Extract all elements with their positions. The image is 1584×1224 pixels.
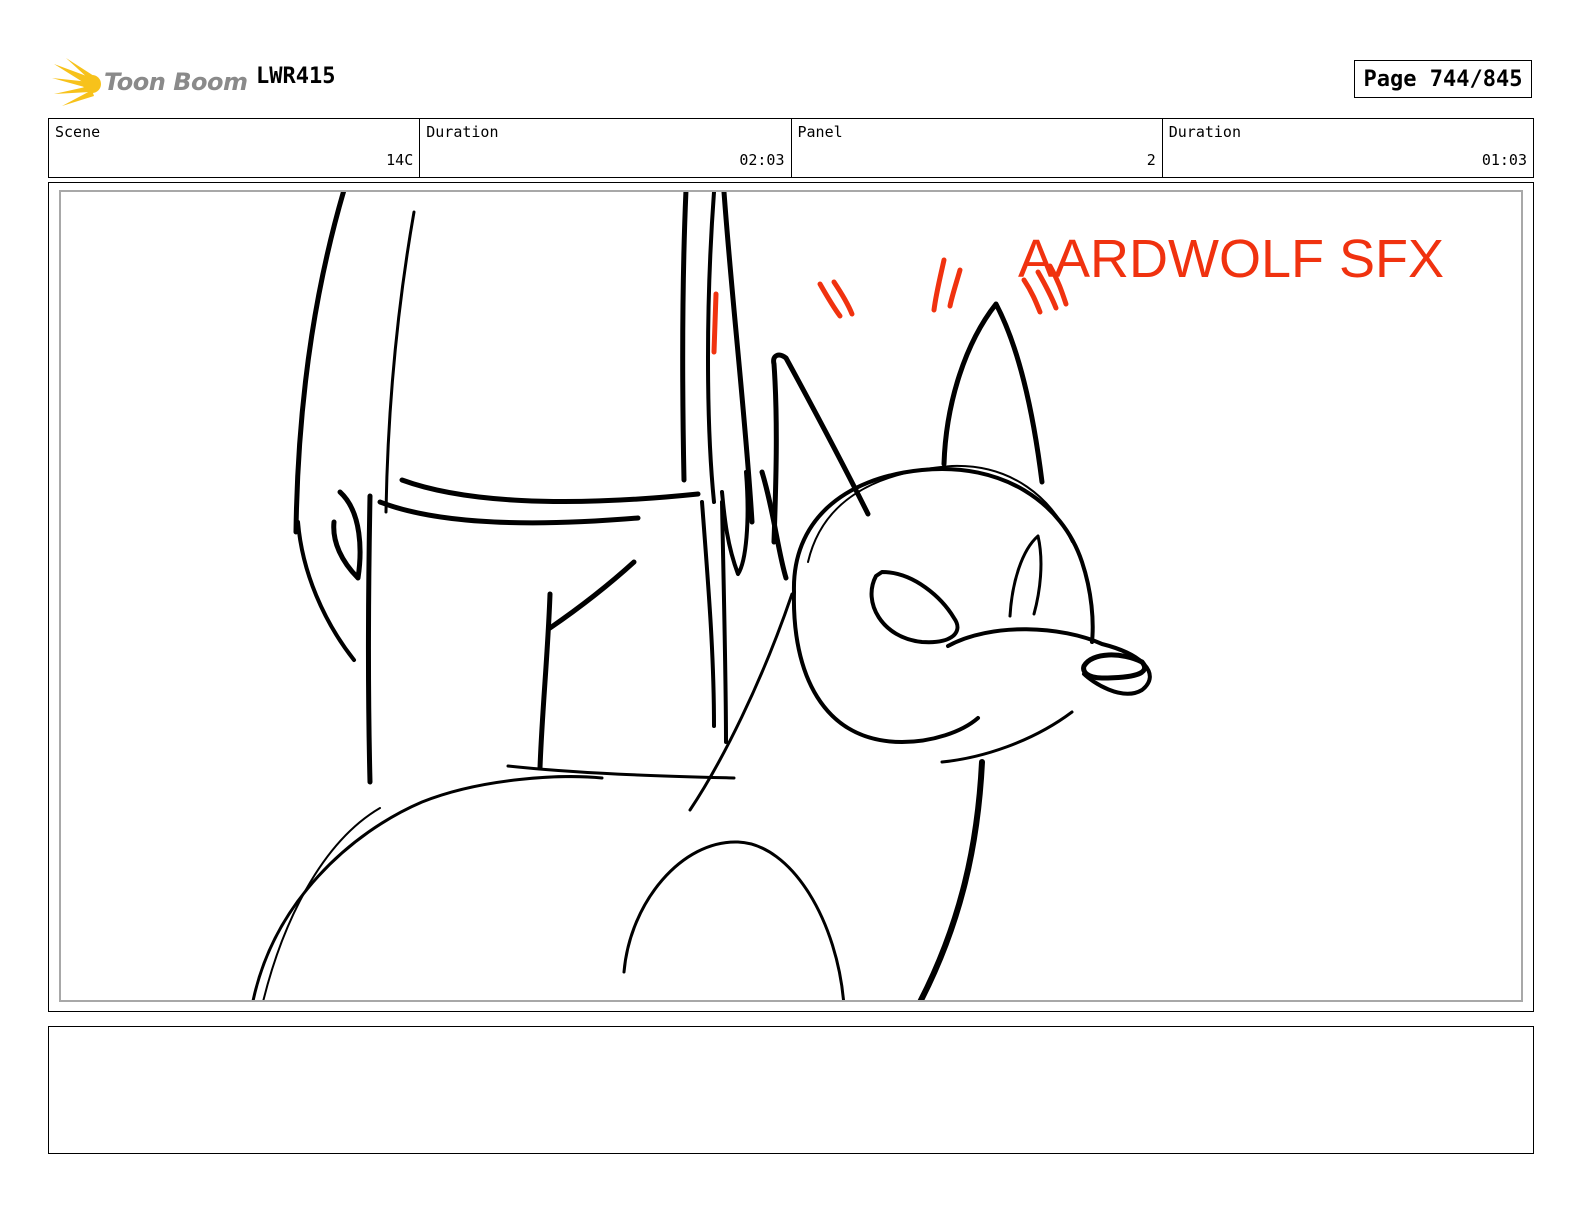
logo-wordmark: Toon Boom (104, 68, 248, 96)
scene-cell: Scene 14C (49, 119, 421, 177)
sfx-mark-1 (711, 291, 719, 355)
panel-notes-box (48, 1026, 1534, 1154)
sfx-label: AARDWOLF SFX (1018, 229, 1445, 289)
panel-duration-label: Duration (1168, 123, 1241, 141)
scene-duration-value: 02:03 (739, 151, 785, 169)
scene-label: Scene (55, 123, 101, 141)
project-code: LWR415 (256, 64, 336, 89)
sfx-mark-5 (947, 267, 963, 309)
panel-cell: Panel 2 (792, 119, 1163, 177)
storyboard-panel (59, 190, 1523, 1002)
sunburst-icon (52, 58, 101, 106)
panel-duration-value: 01:03 (1481, 151, 1527, 169)
toon-boom-logo: Toon Boom (52, 56, 248, 108)
panel-label: Panel (797, 123, 843, 141)
scene-duration-label: Duration (426, 123, 499, 141)
scene-info-bar: Scene 14C Duration 02:03 Panel 2 Duratio… (48, 118, 1534, 178)
sfx-mark-4 (931, 257, 947, 313)
sfx-marks (711, 257, 1069, 355)
page-indicator: Page 744/845 (1354, 60, 1532, 98)
panel-duration-cell: Duration 01:03 (1163, 119, 1533, 177)
scene-value: 14C (386, 151, 414, 169)
panel-value: 2 (1146, 151, 1156, 169)
scene-duration-cell: Duration 02:03 (420, 119, 792, 177)
